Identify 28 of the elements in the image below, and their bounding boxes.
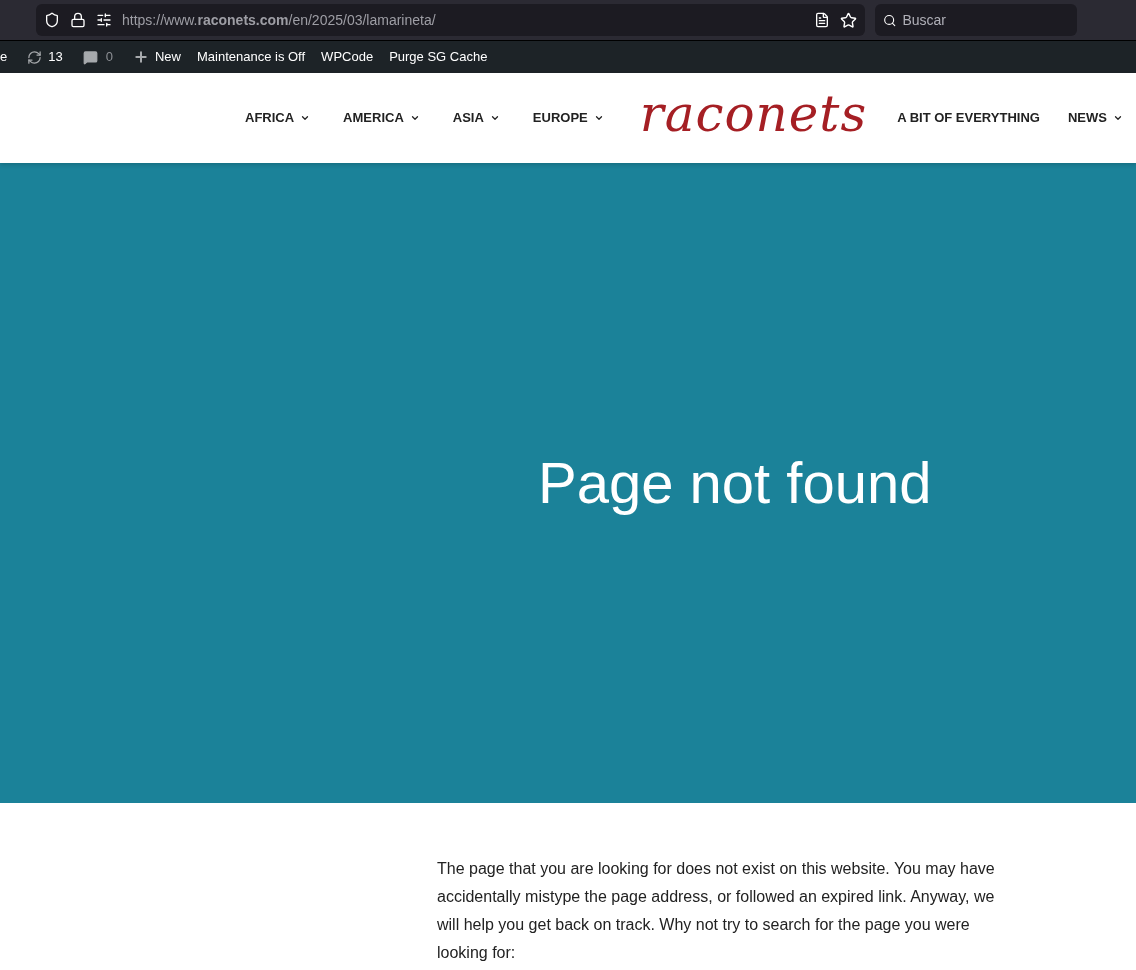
site-logo[interactable]: raconets: [639, 89, 868, 147]
nav-link[interactable]: ASIA: [452, 108, 500, 128]
nav-link[interactable]: NEWS: [1067, 108, 1123, 128]
refresh-icon: [27, 49, 43, 65]
error-message: The page that you are looking for does not exist on this website. You may have accidentally mistype the page address, or followed an expired link. Anyway, we will help you get back on track. Why not try to search for the page you were looking for:: [437, 859, 996, 963]
nav-link[interactable]: A BIT OF EVERYTHING: [897, 108, 1040, 128]
admin-bar-link[interactable]: Maintenance is Off: [196, 47, 306, 67]
updates-link[interactable]: 13: [27, 47, 63, 67]
comments-link[interactable]: 0: [82, 47, 113, 67]
url-text: https://www.raconets.com/en/2025/03/lamarineta/: [122, 10, 436, 30]
address-bar[interactable]: https://www.raconets.com/en/2025/03/lamarineta/: [36, 4, 865, 36]
bookmark-star-icon[interactable]: [840, 11, 857, 29]
search-field[interactable]: Buscar: [875, 4, 1077, 36]
comment-icon: [82, 49, 98, 65]
plus-icon: [132, 49, 149, 65]
new-link[interactable]: New: [132, 47, 181, 67]
reader-view-icon[interactable]: [814, 12, 830, 28]
admin-bar-link[interactable]: Purge SG Cache: [389, 47, 488, 67]
nav-link[interactable]: AMERICA: [343, 108, 420, 128]
nav-link[interactable]: EUROPE: [532, 108, 604, 128]
permissions-icon: [96, 12, 112, 28]
admin-bar-link[interactable]: WPCode: [321, 47, 374, 67]
nav-link[interactable]: AFRICA: [245, 108, 311, 128]
admin-bar-item[interactable]: e: [0, 47, 8, 67]
search-input[interactable]: Buscar: [902, 9, 1069, 31]
search-icon: [883, 12, 897, 28]
shield-icon: [44, 12, 60, 28]
lock-icon: [70, 12, 86, 28]
